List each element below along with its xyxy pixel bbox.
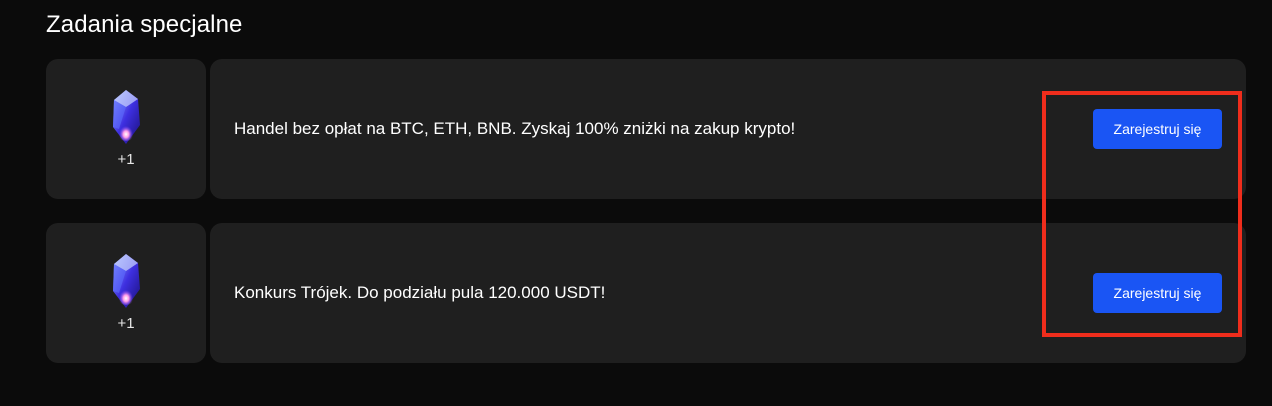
crystal-gem-icon [113,254,140,308]
task-row: +1 Konkurs Trójek. Do podziału pula 120.… [46,223,1246,363]
reward-points: +1 [117,315,135,332]
reward-points: +1 [117,151,135,168]
reward-card: +1 [46,59,206,199]
reward-card: +1 [46,223,206,363]
task-description: Konkurs Trójek. Do podziału pula 120.000… [234,283,606,302]
task-card: Konkurs Trójek. Do podziału pula 120.000… [210,223,1246,363]
crystal-gem-icon [113,90,140,144]
section-title: Zadania specjalne [46,11,243,38]
register-button[interactable]: Zarejestruj się [1093,109,1222,149]
task-description: Handel bez opłat na BTC, ETH, BNB. Zyska… [234,119,796,138]
task-card: Handel bez opłat na BTC, ETH, BNB. Zyska… [210,59,1246,199]
register-button[interactable]: Zarejestruj się [1093,273,1222,313]
task-row: +1 Handel bez opłat na BTC, ETH, BNB. Zy… [46,59,1246,199]
special-tasks-page: Zadania specjalne +1 Handel bez opłat na… [0,0,1272,406]
